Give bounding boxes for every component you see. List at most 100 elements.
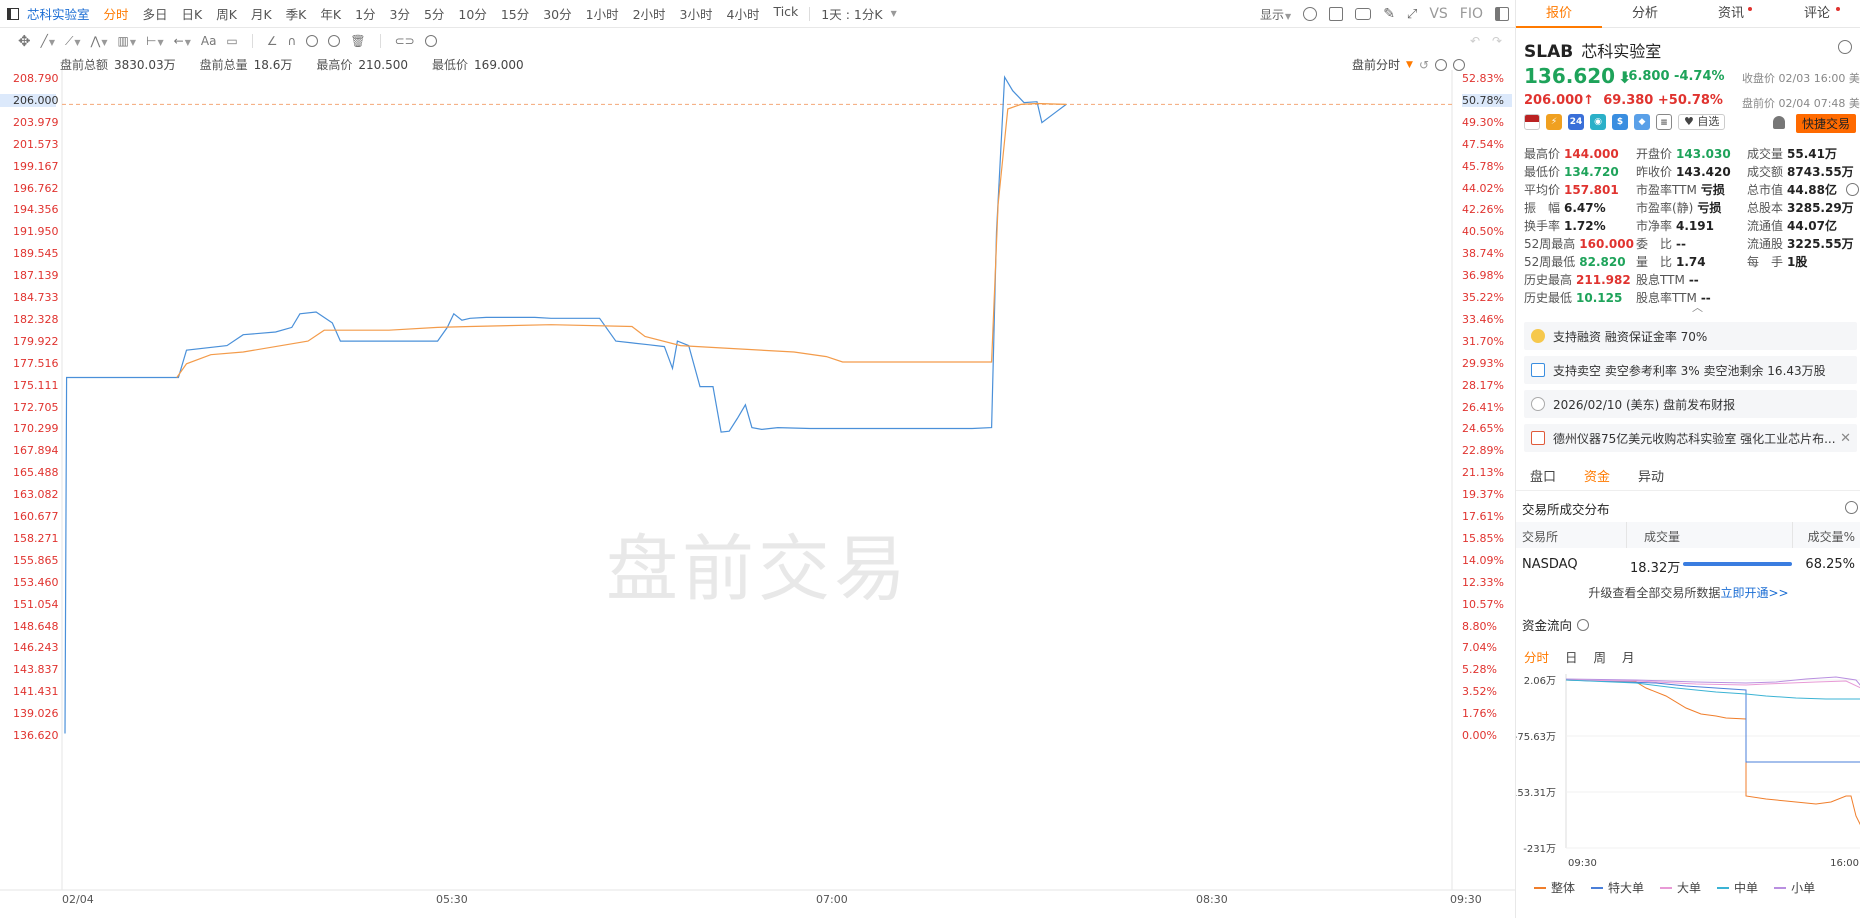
trash-icon[interactable]: 🗑 [350, 34, 365, 48]
vs-button[interactable]: VS [1429, 6, 1447, 22]
fib-tool-icon[interactable]: ▥▼ [118, 34, 137, 48]
zoom-out-icon[interactable] [1435, 58, 1447, 71]
timeframe-option[interactable]: 2小时 [626, 4, 673, 23]
interval-select[interactable]: 1天 : 1分K [814, 4, 889, 23]
stat-value: 亏损 [1700, 183, 1725, 197]
redo-icon[interactable]: ↷ [1492, 34, 1502, 48]
timeframe-option[interactable]: 4小时 [720, 4, 767, 23]
add-watchlist-button[interactable]: ♥ 自选 [1678, 114, 1726, 130]
tab-orderbook[interactable]: 盘口 [1516, 465, 1570, 490]
timeframe-option[interactable]: 3分 [383, 4, 417, 23]
channel-tool-icon[interactable]: ⟋▼ [65, 34, 81, 49]
line-tool-icon[interactable]: ╱▼ [41, 34, 55, 48]
timeframe-option[interactable]: 日K [175, 4, 210, 23]
close-icon[interactable]: ✕ [1840, 431, 1851, 446]
legend-label: 整体 [1551, 881, 1576, 895]
tab-comments[interactable]: 评论 [1774, 0, 1860, 27]
text-tool-icon[interactable]: Aa [201, 34, 217, 48]
tab-analysis[interactable]: 分析 [1602, 0, 1688, 27]
undo-icon[interactable]: ↶ [1470, 34, 1480, 48]
flow-tab-month[interactable]: 月 [1622, 647, 1635, 666]
timeframe-option[interactable]: 季K [279, 4, 314, 23]
legend-item[interactable]: 中单 [1717, 879, 1758, 896]
timeframe-option[interactable]: 1分 [348, 4, 382, 23]
tag-icon[interactable]: ◆ [1634, 114, 1650, 130]
flow-tab-week[interactable]: 周 [1594, 647, 1607, 666]
drawing-settings-icon[interactable] [424, 35, 437, 47]
timeframe-option[interactable]: 1小时 [579, 4, 626, 23]
pen-icon[interactable]: ✎ [1383, 6, 1395, 22]
timeframe-option[interactable]: 年K [313, 4, 348, 23]
timeframe-option[interactable]: 5分 [417, 4, 451, 23]
upgrade-link[interactable]: 立即开通>> [1720, 586, 1788, 600]
visibility-icon[interactable] [328, 35, 341, 47]
measure-tool-icon[interactable]: ⊢▼ [146, 34, 164, 48]
timeframe-option[interactable]: Tick [766, 4, 805, 23]
sidebar-toggle-icon[interactable] [7, 7, 19, 20]
crosshair-icon[interactable]: ✥ [18, 32, 31, 50]
flow-tab-day[interactable]: 日 [1565, 647, 1578, 666]
lightning-icon[interactable]: ⚡ [1546, 114, 1562, 130]
timeframe-option[interactable]: 多日 [136, 4, 175, 23]
camera-icon[interactable] [1355, 8, 1372, 20]
link-icon[interactable]: ⊂⊃ [395, 34, 415, 48]
y-axis-right-label: 19.37% [1462, 488, 1504, 502]
tab-quote[interactable]: 报价 [1516, 0, 1602, 28]
arrow-tool-icon[interactable]: ←▼ [174, 34, 191, 48]
fio-button[interactable]: FIO [1460, 6, 1483, 22]
tab-movers[interactable]: 异动 [1624, 465, 1678, 490]
price-chart-svg[interactable] [0, 70, 1515, 918]
zoom-in-icon[interactable] [1453, 58, 1465, 71]
timeframe-option[interactable]: 月K [244, 4, 279, 23]
stat-value: 143.420 [1676, 165, 1731, 179]
hide-drawings-icon[interactable] [306, 35, 319, 47]
tab-funds[interactable]: 资金 [1570, 465, 1624, 490]
panel-toggle-icon[interactable] [1495, 7, 1509, 21]
display-menu[interactable]: 显示▼ [1260, 6, 1291, 23]
quick-trade-button[interactable]: 快捷交易 [1795, 114, 1856, 133]
more-icon[interactable] [1846, 183, 1859, 196]
stat-item: 最低价 134.720 [1524, 163, 1619, 181]
timeframe-option[interactable]: 周K [209, 4, 244, 23]
stock-name-link[interactable]: 芯科实验室 [27, 4, 97, 23]
chevron-down-icon[interactable]: ▼ [891, 9, 897, 18]
settings-icon[interactable] [1303, 7, 1318, 21]
bell-icon[interactable] [1773, 116, 1785, 129]
gear-icon[interactable] [1838, 40, 1852, 54]
margin-notice[interactable]: 支持融资 融资保证金率 70% [1524, 322, 1857, 350]
tab-news[interactable]: 资讯 [1688, 0, 1774, 27]
exchange-title: 交易所成交分布 [1522, 502, 1610, 517]
comment-icon[interactable]: ▭ [226, 34, 237, 48]
options-icon[interactable]: ◉ [1590, 114, 1606, 130]
more-icon[interactable] [1845, 501, 1858, 514]
legend-item[interactable]: 大单 [1660, 879, 1701, 896]
timeframe-option[interactable]: 30分 [536, 4, 578, 23]
angle-tool-icon[interactable]: ∠ [267, 34, 278, 48]
earnings-notice[interactable]: 2026/02/10 (美东) 盘前发布财报 [1524, 390, 1857, 418]
24h-trading-icon[interactable]: 24 [1568, 114, 1584, 130]
timeframe-option[interactable]: 15分 [494, 4, 536, 23]
table-row: NASDAQ 18.32万 68.25% [1516, 551, 1860, 577]
price-chart[interactable]: 208.790 52.83% 206.000 50.78% 203.979 49.30% 2… [0, 70, 1515, 918]
pattern-tool-icon[interactable]: ⋀▼ [91, 34, 108, 48]
layout-icon[interactable] [1329, 7, 1344, 21]
flow-tab-intraday[interactable]: 分时 [1524, 647, 1549, 666]
fund-flow-chart[interactable]: 2.06万 -75.63万 -153.31万 -231万 09:30 16:00 [1516, 666, 1860, 876]
magnet-icon[interactable]: ∩ [288, 34, 297, 48]
short-sell-icon[interactable]: $ [1612, 114, 1628, 130]
y-axis-right-label: 52.83% [1462, 72, 1504, 85]
collapse-icon[interactable]: ︿ [1692, 299, 1703, 315]
news-notice[interactable]: 德州仪器75亿美元收购芯科实验室 强化工业芯片布... ✕ [1524, 424, 1857, 452]
legend-item[interactable]: 特大单 [1591, 879, 1644, 896]
timeframe-option[interactable]: 3小时 [673, 4, 720, 23]
short-notice[interactable]: 支持卖空 卖空参考利率 3% 卖空池剩余 16.43万股 [1524, 356, 1857, 384]
legend-item[interactable]: 整体 [1534, 879, 1575, 896]
timeframe-option[interactable]: 分时 [97, 4, 136, 23]
legend-item[interactable]: 小单 [1774, 879, 1815, 896]
info-icon[interactable] [1577, 618, 1590, 631]
chevron-down-icon[interactable]: ▼ [1406, 60, 1413, 70]
notes-icon[interactable]: ≡ [1656, 114, 1672, 130]
timeframe-option[interactable]: 10分 [451, 4, 493, 23]
stat-item: 历史最低 10.125 [1524, 289, 1622, 307]
fullscreen-icon[interactable]: ⤢ [1407, 7, 1417, 22]
